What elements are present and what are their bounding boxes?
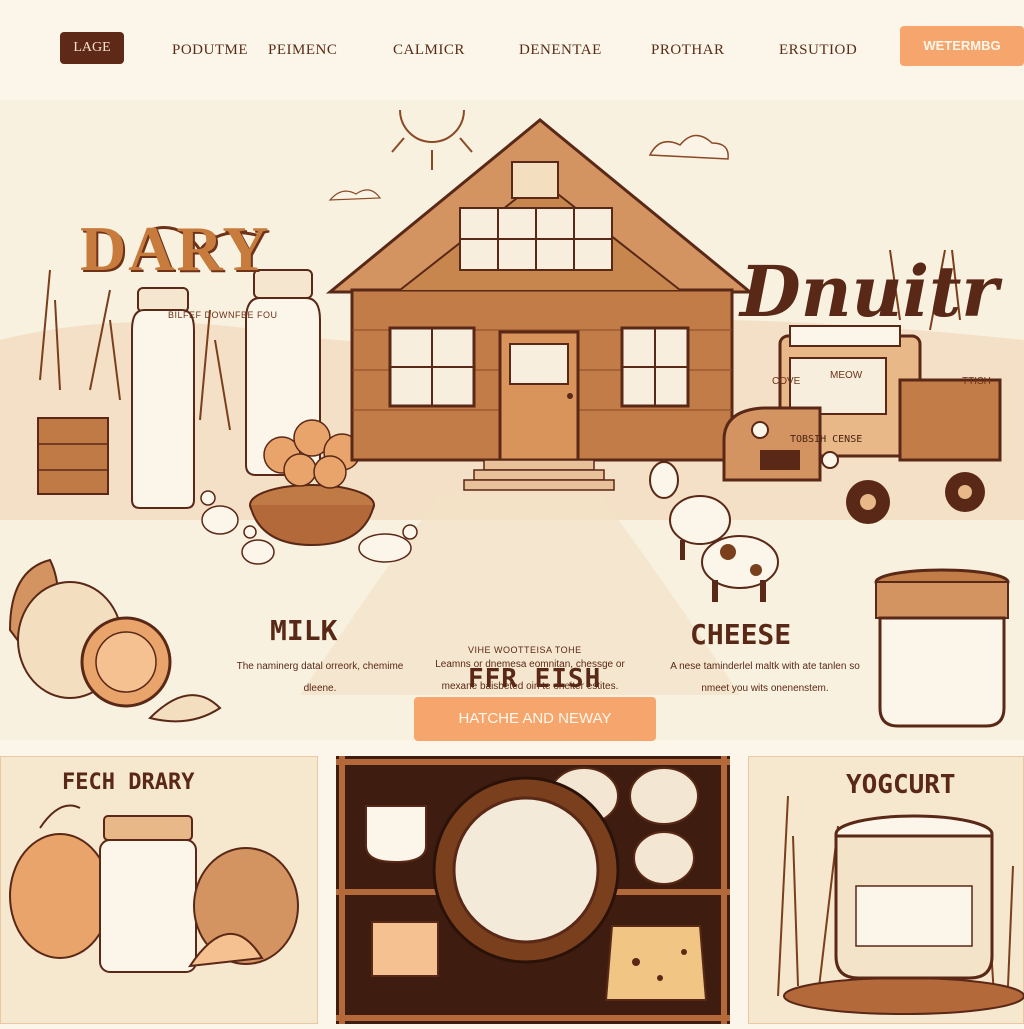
hero-subtitle: BILFEF DOWNFBE FOU	[168, 310, 278, 320]
card-fresh-dairy[interactable]: FECH DRARY	[0, 755, 319, 1025]
nav-item-2[interactable]: PEIMENC	[268, 42, 337, 59]
cheese-title: CHEESE	[690, 618, 792, 651]
nav-item-6[interactable]: ERSUTIOD	[779, 42, 857, 59]
jar-icon	[99, 815, 197, 973]
card-fresh-dairy-illustration	[0, 755, 319, 1025]
script-logo-tag: MEOW	[830, 370, 863, 381]
jar-icon	[874, 568, 1010, 728]
center-description: Leamns or dnemesa eomnitan, chessge or m…	[435, 659, 625, 692]
card-yogurt[interactable]: YOGCURT	[747, 755, 1024, 1025]
nav-item-4[interactable]: DENENTAE	[519, 42, 602, 59]
yogurt-jar-icon	[834, 814, 994, 980]
logo-button[interactable]: LAGE	[60, 32, 124, 64]
hero-section: DARY BILFEF DOWNFBE FOU Dnuitr MEOW COVE…	[0, 100, 1024, 741]
center-cta-button[interactable]: HATCHE AND NEWAY	[414, 697, 656, 741]
nav-item-1[interactable]: PODUTME	[172, 42, 248, 59]
cta-button[interactable]: WETERMBG	[900, 26, 1024, 66]
farm-illustration	[0, 100, 1024, 740]
script-brand-logo: Dnuitr	[740, 250, 999, 333]
mixing-bowl-icon	[432, 776, 620, 964]
nav-item-3[interactable]: CALMICR	[393, 42, 465, 59]
card-cheese-shelf[interactable]	[336, 756, 730, 1024]
nav-item-5[interactable]: PROTHAR	[651, 42, 725, 59]
card-title-yogurt: YOGCURT	[846, 770, 956, 800]
logo-left-caption: COVE	[772, 376, 801, 387]
truck-sign: TOBSIH CENSE	[790, 434, 863, 445]
cheese-shelf-illustration	[336, 756, 730, 1024]
card-title-fresh-dairy: FECH DRARY	[62, 770, 195, 795]
milk-description: The naminerg datal orreork, chemime dlee…	[236, 661, 404, 694]
cheese-description: A nese taminderlel maltk with ate tanlen…	[670, 661, 860, 694]
milk-title: MILK	[270, 614, 338, 647]
top-navigation: LAGE PODUTME PEIMENC CALMICR DENENTAE PR…	[0, 0, 1024, 100]
hero-title: DARY	[80, 213, 271, 284]
logo-right-caption: TTISH	[962, 376, 991, 387]
